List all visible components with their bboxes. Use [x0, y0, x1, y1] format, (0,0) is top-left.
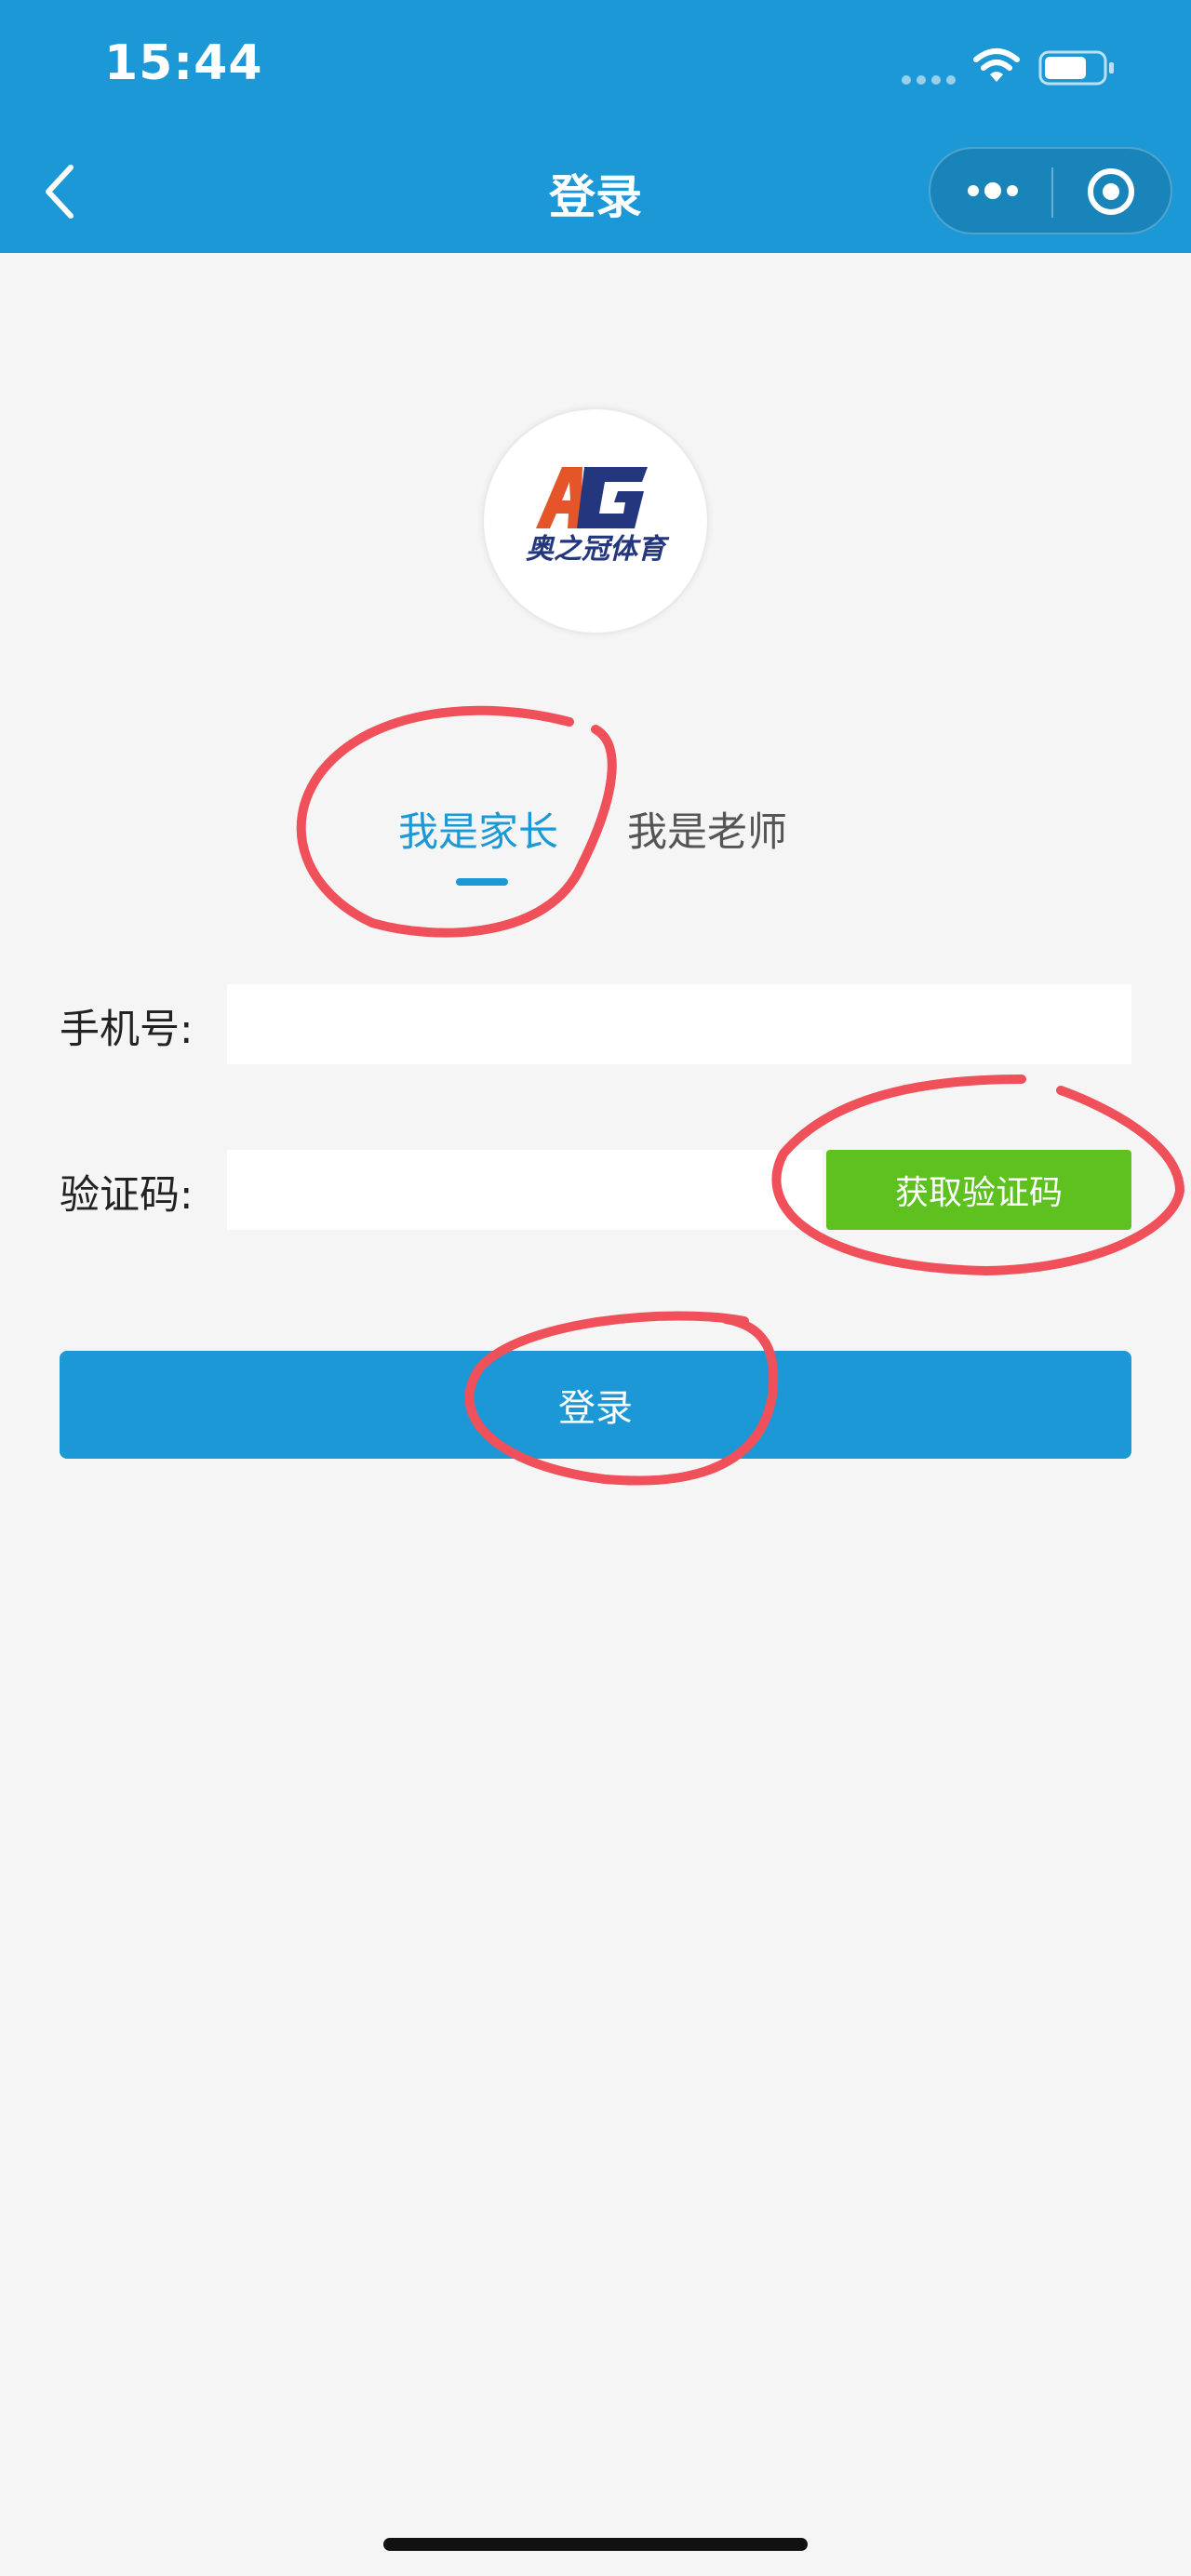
wifi-icon [973, 48, 1020, 82]
red-annotation-circles [296, 705, 1185, 1486]
brand-logo: 奥之冠体育 [484, 409, 707, 633]
close-mini-program-icon[interactable] [1085, 166, 1137, 218]
verification-code-label: 验证码: [60, 1172, 194, 1219]
more-icon[interactable] [966, 177, 1020, 205]
status-time: 15:44 [104, 35, 263, 91]
tab-teacher[interactable]: 我是老师 [627, 800, 787, 858]
signal-icon [902, 75, 956, 85]
verification-code-input[interactable] [227, 1150, 823, 1230]
get-code-button[interactable]: 获取验证码 [826, 1150, 1131, 1230]
phone-label: 手机号: [60, 1007, 194, 1053]
mini-program-capsule [929, 147, 1172, 234]
capsule-divider [1051, 167, 1053, 218]
login-button[interactable]: 登录 [60, 1351, 1131, 1459]
phone-input[interactable] [227, 984, 1131, 1064]
tab-parent[interactable]: 我是家长 [398, 800, 558, 858]
logo-text: 奥之冠体育 [526, 533, 670, 566]
active-tab-indicator [456, 878, 508, 886]
battery-icon [1038, 50, 1114, 86]
top-bar: 15:44 登录 [0, 0, 1191, 253]
home-indicator [383, 2538, 808, 2551]
